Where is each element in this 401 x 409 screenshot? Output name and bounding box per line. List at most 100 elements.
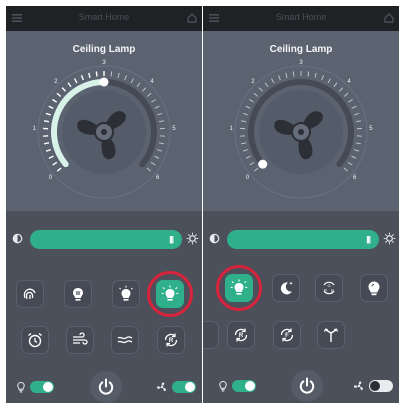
dial-tick (136, 82, 141, 88)
forward-button[interactable]: F (273, 321, 301, 349)
dial-tick (95, 71, 98, 77)
home-icon[interactable] (383, 12, 395, 24)
dial-tick (264, 82, 269, 88)
light-bulb-icon (219, 380, 227, 392)
dial-tick (150, 161, 156, 166)
highlight-ring (147, 271, 193, 317)
breeze-icon (117, 336, 133, 344)
split-direction-button[interactable] (317, 321, 345, 349)
power-icon (98, 378, 114, 395)
bulb-solid-icon (368, 281, 380, 296)
slider-grip[interactable]: ||| (366, 235, 371, 244)
dial-tick (157, 112, 163, 116)
dial-knob[interactable] (258, 159, 268, 169)
dial-tick (45, 112, 51, 116)
contrast-icon (209, 233, 220, 244)
fan-toggle[interactable] (369, 380, 393, 392)
speed-dial[interactable]: 0 1 2 3 4 5 6 (6, 31, 202, 211)
dial-tick (130, 78, 134, 84)
dial-tick (146, 167, 152, 172)
dial-tick-label: 1 (229, 126, 233, 132)
dial-tick (124, 75, 127, 81)
dial-tick (142, 87, 147, 92)
dial-tick-label: 4 (150, 79, 154, 85)
light-toggle[interactable] (232, 380, 256, 392)
brightness-track[interactable]: ||| (30, 230, 182, 249)
breeze-button[interactable] (111, 326, 139, 354)
fan-toggle[interactable] (172, 381, 196, 393)
wind-button[interactable] (66, 326, 94, 354)
dial-tick (80, 75, 84, 81)
solid-light-button[interactable] (360, 274, 388, 302)
partial-button[interactable] (203, 321, 219, 349)
svg-text:G: G (327, 283, 330, 288)
dial-tick (110, 71, 113, 77)
reverse-r-icon: R (234, 328, 248, 342)
alarm-clock-icon (28, 332, 42, 348)
wind-icon (73, 332, 88, 345)
dial-tick (249, 99, 254, 103)
brightness-slider[interactable]: ||| (203, 228, 399, 250)
dial-tick (253, 92, 259, 97)
dial-tick (354, 149, 360, 152)
brightness-track[interactable]: ||| (227, 230, 379, 249)
power-icon (299, 377, 315, 394)
dial-tick-label: 3 (299, 60, 303, 66)
svg-text:W: W (76, 291, 81, 297)
dial-tick (351, 105, 357, 109)
moon-star-icon (280, 281, 293, 295)
fingerprint-button[interactable] (16, 280, 44, 308)
dial-tick (56, 92, 62, 97)
night-mode-button[interactable] (272, 274, 300, 302)
rgb-mode-button[interactable]: G R B (315, 274, 343, 302)
control-area: ||| G R B R F (203, 211, 399, 403)
dial-tick (354, 112, 360, 116)
dial-tick-label: 0 (49, 175, 53, 181)
light-toggle[interactable] (30, 381, 54, 393)
dial-tick (278, 75, 281, 81)
dial-tick (88, 72, 91, 78)
dial-tick (245, 155, 251, 159)
light-bulb-icon (17, 381, 25, 393)
svg-text:F: F (285, 333, 289, 339)
toggle-knob (245, 381, 255, 391)
sun-icon (186, 232, 199, 245)
toggle-knob (370, 381, 380, 391)
speed-dial[interactable]: 0 1 2 3 4 5 6 (203, 31, 399, 211)
power-button[interactable] (291, 370, 323, 402)
reverse-button[interactable]: R (227, 321, 255, 349)
dial-tick (43, 120, 50, 123)
home-icon[interactable] (186, 12, 198, 24)
top-bar: Smart Home (203, 6, 399, 31)
dial-tick (249, 161, 255, 166)
bulb-w-icon: W (73, 288, 83, 301)
dial-tick (339, 87, 344, 92)
dial-tick (292, 71, 295, 77)
power-button[interactable] (90, 371, 122, 403)
app-title: Smart Home (275, 12, 327, 22)
phone-screen-left: Smart Home Ceiling Lamp 0123456 ||| W R (6, 6, 202, 403)
dial-tick (314, 72, 317, 78)
dial-knob[interactable] (99, 77, 109, 87)
brightness-slider[interactable]: ||| (6, 228, 202, 250)
dial-tick-label: 5 (172, 126, 176, 132)
warm-light-button[interactable]: W (64, 280, 92, 308)
dial-tick (48, 155, 54, 159)
dial-tick (347, 161, 353, 166)
timer-button[interactable] (21, 326, 49, 354)
slider-grip[interactable]: ||| (169, 235, 174, 244)
dial-tick (146, 92, 152, 97)
dial-tick (56, 167, 62, 172)
svg-text:B: B (331, 288, 334, 293)
dial-tick-label: 2 (54, 79, 58, 85)
dial-tick (258, 87, 263, 92)
dim-light-button[interactable] (112, 280, 140, 308)
svg-text:R: R (169, 338, 174, 344)
dial-tick-label: 6 (353, 175, 357, 181)
dial-tick (117, 72, 120, 78)
dial-tick (355, 142, 361, 145)
dial-tick (242, 149, 248, 152)
dial-tick-label: 3 (102, 60, 106, 66)
sun-icon (383, 232, 396, 245)
reverse-button[interactable]: R (157, 326, 185, 354)
